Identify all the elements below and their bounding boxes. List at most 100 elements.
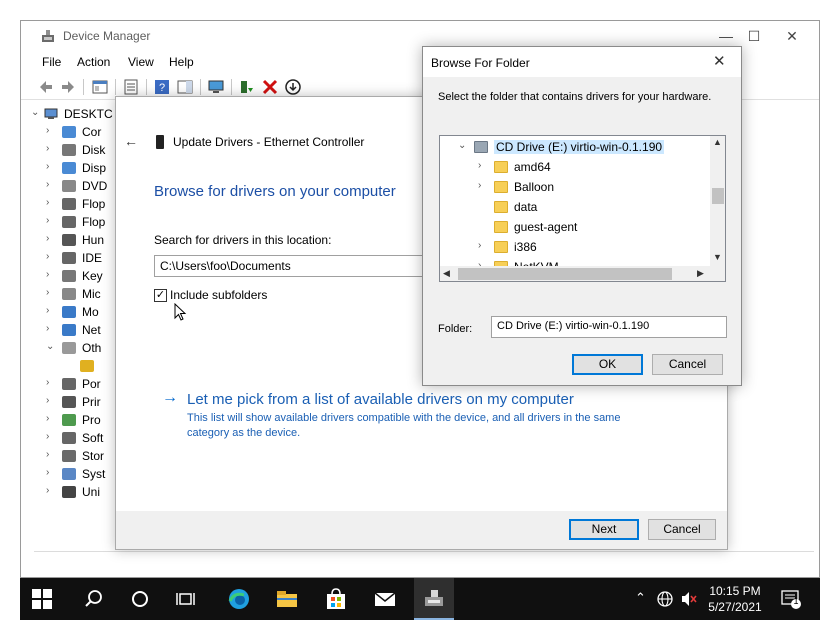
chevron-right-icon[interactable]: ›: [478, 180, 481, 191]
dialog-header: Update Drivers - Ethernet Controller: [173, 135, 365, 149]
menu-action[interactable]: Action: [77, 55, 110, 69]
scroll-up-icon[interactable]: ▲: [713, 137, 722, 147]
tree-item-label: Flop: [82, 197, 106, 211]
chevron-right-icon[interactable]: ›: [46, 143, 49, 154]
folder-tree-item[interactable]: › i386: [440, 237, 710, 257]
scrollbar-thumb[interactable]: [712, 188, 724, 204]
cancel-button[interactable]: Cancel: [652, 354, 723, 375]
tree-root-label: DESKTC: [64, 107, 113, 121]
chevron-right-icon[interactable]: ›: [478, 160, 481, 171]
tree-item-label: DVD: [82, 179, 108, 193]
chevron-right-icon[interactable]: ›: [46, 161, 49, 172]
cortana-icon[interactable]: [127, 586, 153, 612]
folder-tree-item[interactable]: › Balloon: [440, 177, 710, 197]
back-icon[interactable]: [37, 78, 55, 96]
driver-path-input[interactable]: C:\Users\foo\Documents: [154, 255, 434, 277]
uninstall-device-icon[interactable]: [261, 78, 279, 96]
scan-hardware-icon[interactable]: [207, 78, 225, 96]
scroll-left-icon[interactable]: ◀: [443, 268, 450, 279]
chevron-right-icon[interactable]: ›: [46, 377, 49, 388]
include-subfolders-checkbox[interactable]: ✓: [154, 289, 167, 302]
chevron-down-icon[interactable]: ⌄: [46, 341, 54, 352]
show-hide-console-tree-icon[interactable]: [91, 78, 109, 96]
chevron-right-icon[interactable]: ›: [46, 485, 49, 496]
toolbar-separator: [146, 79, 147, 95]
system-clock[interactable]: 10:15 PM 5/27/2021: [700, 583, 770, 615]
chevron-right-icon[interactable]: ›: [46, 431, 49, 442]
chevron-right-icon[interactable]: ›: [46, 251, 49, 262]
forward-icon[interactable]: [59, 78, 77, 96]
mouse-cursor-icon: [174, 303, 187, 321]
back-arrow-icon[interactable]: ←: [124, 133, 138, 149]
help-icon[interactable]: ?: [153, 78, 171, 96]
chevron-right-icon[interactable]: ›: [46, 179, 49, 190]
dialog-footer: Next Cancel: [116, 511, 727, 549]
folder-tree-item-label: amd64: [514, 160, 551, 174]
folder-tree-item[interactable]: ⌄ CD Drive (E:) virtio-win-0.1.190: [440, 137, 710, 157]
store-icon[interactable]: [323, 586, 349, 612]
chevron-right-icon[interactable]: ›: [46, 467, 49, 478]
folder-tree[interactable]: ⌄ CD Drive (E:) virtio-win-0.1.190 › amd64 ›…: [439, 135, 726, 282]
include-subfolders-label[interactable]: Include subfolders: [170, 288, 267, 302]
mail-icon[interactable]: [372, 586, 398, 612]
chevron-right-icon[interactable]: ›: [46, 197, 49, 208]
file-explorer-icon[interactable]: [274, 586, 300, 612]
menu-file[interactable]: File: [42, 55, 61, 69]
browse-folder-title: Browse For Folder: [431, 56, 530, 70]
pick-from-list-link[interactable]: Let me pick from a list of available dri…: [187, 391, 574, 408]
properties-icon[interactable]: [122, 78, 140, 96]
folder-icon: [494, 201, 508, 213]
monitor-icon: [62, 306, 76, 318]
close-button[interactable]: ✕: [769, 21, 815, 51]
chevron-right-icon[interactable]: ›: [46, 395, 49, 406]
update-driver-icon[interactable]: [237, 78, 255, 96]
chevron-right-icon[interactable]: ›: [46, 287, 49, 298]
chevron-right-icon[interactable]: ›: [46, 233, 49, 244]
chevron-right-icon[interactable]: ›: [46, 215, 49, 226]
chevron-right-icon[interactable]: ›: [46, 305, 49, 316]
chevron-down-icon[interactable]: ⌄: [31, 107, 39, 118]
scrollbar-thumb[interactable]: [458, 268, 672, 280]
edge-icon[interactable]: [226, 586, 252, 612]
start-icon[interactable]: [31, 588, 53, 610]
chevron-right-icon[interactable]: ›: [46, 413, 49, 424]
folder-tree-item-label: i386: [514, 240, 537, 254]
folder-icon: [494, 181, 508, 193]
folder-icon: [494, 221, 508, 233]
close-icon[interactable]: ✕: [713, 52, 726, 70]
clock-date: 5/27/2021: [708, 600, 762, 614]
computer-icon: [44, 108, 58, 119]
scroll-down-icon[interactable]: ▼: [713, 252, 722, 262]
ok-button[interactable]: OK: [572, 354, 643, 375]
chevron-down-icon[interactable]: ⌄: [458, 140, 466, 151]
action-pane-icon[interactable]: [176, 78, 194, 96]
horizontal-scrollbar[interactable]: ◀ ▶: [440, 266, 710, 281]
chevron-up-icon[interactable]: ⌃: [635, 590, 646, 606]
menu-view[interactable]: View: [128, 55, 154, 69]
browse-folder-titlebar[interactable]: Browse For Folder ✕: [423, 47, 741, 77]
chevron-right-icon[interactable]: ›: [46, 449, 49, 460]
chevron-right-icon[interactable]: ›: [46, 323, 49, 334]
vertical-scrollbar[interactable]: ▲ ▼: [710, 136, 725, 266]
task-view-icon[interactable]: [174, 586, 200, 612]
network-globe-icon[interactable]: [656, 590, 674, 608]
scroll-right-icon[interactable]: ▶: [697, 268, 704, 279]
device-manager-taskbar-button[interactable]: [414, 578, 454, 620]
download-icon[interactable]: [284, 78, 302, 96]
folder-tree-item[interactable]: guest-agent: [440, 217, 710, 237]
folder-tree-item[interactable]: › amd64: [440, 157, 710, 177]
cancel-button[interactable]: Cancel: [648, 519, 716, 540]
folder-field[interactable]: CD Drive (E:) virtio-win-0.1.190: [491, 316, 727, 338]
menu-help[interactable]: Help: [169, 55, 194, 69]
chevron-right-icon[interactable]: ›: [478, 240, 481, 251]
folder-icon: [494, 241, 508, 253]
next-button[interactable]: Next: [569, 519, 639, 540]
search-icon[interactable]: [81, 586, 107, 612]
tree-item-label: Net: [82, 323, 101, 337]
chevron-right-icon[interactable]: ›: [46, 269, 49, 280]
tree-item-label: Oth: [82, 341, 102, 355]
folder-tree-item[interactable]: data: [440, 197, 710, 217]
volume-muted-icon[interactable]: [680, 590, 698, 608]
chevron-right-icon[interactable]: ›: [46, 125, 49, 136]
tree-item-label: Flop: [82, 215, 106, 229]
